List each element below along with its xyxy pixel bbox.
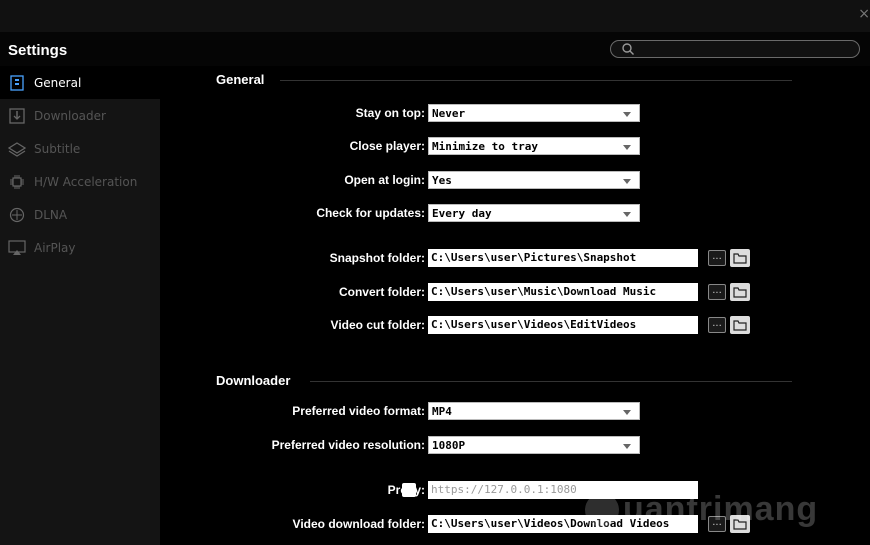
sidebar-item-airplay[interactable]: AirPlay (0, 231, 160, 264)
convert-folder-field[interactable]: C:\Users\user\Music\Download Music (428, 283, 698, 301)
section-title-general: General (216, 72, 265, 87)
close-player-row: Close player: Minimize to tray (160, 137, 870, 157)
video-format-row: Preferred video format: MP4 (160, 402, 870, 422)
video-format-value: MP4 (432, 405, 452, 418)
sidebar-item-label: DLNA (34, 207, 68, 222)
video-cut-browse-button[interactable]: ... (708, 317, 726, 333)
snapshot-folder-label: Snapshot folder: (329, 251, 425, 265)
chevron-down-icon (623, 112, 631, 117)
sidebar-item-general[interactable]: General (0, 66, 160, 99)
close-icon[interactable]: × (858, 6, 870, 22)
section-divider (310, 381, 792, 382)
airplay-icon (8, 239, 26, 257)
folder-icon (733, 319, 747, 331)
sidebar-item-label: Subtitle (34, 141, 81, 156)
open-at-login-value: Yes (432, 174, 452, 187)
open-at-login-select[interactable]: Yes (428, 171, 640, 189)
stay-on-top-label: Stay on top: (355, 106, 425, 120)
convert-folder-row: Convert folder: C:\Users\user\Music\Down… (160, 283, 870, 303)
video-resolution-select[interactable]: 1080P (428, 436, 640, 454)
open-at-login-row: Open at login: Yes (160, 171, 870, 191)
sidebar-item-subtitle[interactable]: Subtitle (0, 132, 160, 165)
page-title: Settings (8, 42, 68, 59)
sidebar-item-label: General (34, 75, 82, 90)
convert-browse-button[interactable]: ... (708, 284, 726, 300)
folder-icon (733, 286, 747, 298)
video-cut-folder-label: Video cut folder: (330, 318, 425, 332)
snapshot-open-folder-button[interactable] (730, 249, 750, 267)
video-format-select[interactable]: MP4 (428, 402, 640, 420)
chevron-down-icon (623, 145, 631, 150)
video-resolution-row: Preferred video resolution: 1080P (160, 436, 870, 456)
sidebar-item-label: AirPlay (34, 240, 76, 255)
chevron-down-icon (623, 212, 631, 217)
sidebar-item-downloader[interactable]: Downloader (0, 99, 160, 132)
folder-icon (733, 252, 747, 264)
sidebar-item-label: Downloader (34, 108, 106, 123)
convert-folder-label: Convert folder: (338, 285, 425, 299)
watermark-logo-icon (585, 492, 619, 527)
section-title-downloader: Downloader (216, 373, 291, 388)
video-resolution-label: Preferred video resolution: (271, 438, 425, 452)
snapshot-folder-row: Snapshot folder: C:\Users\user\Pictures\… (160, 249, 870, 269)
open-at-login-label: Open at login: (344, 173, 425, 187)
settings-content: General Stay on top: Never Close player:… (160, 66, 870, 545)
snapshot-folder-field[interactable]: C:\Users\user\Pictures\Snapshot (428, 249, 698, 267)
snapshot-browse-button[interactable]: ... (708, 250, 726, 266)
subtitle-icon (8, 140, 26, 158)
sidebar: General Downloader Subtitle H/W Accelera… (0, 66, 160, 545)
stay-on-top-select[interactable]: Never (428, 104, 640, 122)
section-divider (280, 80, 792, 81)
title-bar: × (0, 0, 870, 32)
search-icon (622, 43, 634, 55)
video-cut-folder-field[interactable]: C:\Users\user\Videos\EditVideos (428, 316, 698, 334)
watermark: uantrimang (585, 490, 818, 529)
chip-icon (8, 173, 26, 191)
download-folder-label: Video download folder: (292, 517, 425, 531)
video-cut-folder-row: Video cut folder: C:\Users\user\Videos\E… (160, 316, 870, 336)
stay-on-top-row: Stay on top: Never (160, 104, 870, 124)
settings-window: × Settings General Downloader Subtitle H… (0, 0, 870, 545)
check-updates-value: Every day (432, 207, 492, 220)
watermark-text: uantrimang (623, 490, 819, 528)
check-updates-select[interactable]: Every day (428, 204, 640, 222)
chevron-down-icon (623, 410, 631, 415)
sidebar-item-label: H/W Acceleration (34, 174, 138, 189)
close-player-select[interactable]: Minimize to tray (428, 137, 640, 155)
chevron-down-icon (623, 179, 631, 184)
downloader-icon (8, 107, 26, 125)
video-resolution-value: 1080P (432, 439, 466, 452)
convert-open-folder-button[interactable] (730, 283, 750, 301)
sidebar-item-hw-acceleration[interactable]: H/W Acceleration (0, 165, 160, 198)
close-player-value: Minimize to tray (432, 140, 538, 153)
sidebar-item-dlna[interactable]: DLNA (0, 198, 160, 231)
check-updates-row: Check for updates: Every day (160, 204, 870, 224)
close-player-label: Close player: (349, 139, 425, 153)
dlna-icon (8, 206, 26, 224)
proxy-label: Proxy: (387, 483, 425, 497)
general-icon (8, 74, 26, 92)
search-input[interactable] (610, 40, 860, 58)
check-updates-label: Check for updates: (316, 206, 425, 220)
video-cut-open-folder-button[interactable] (730, 316, 750, 334)
chevron-down-icon (623, 444, 631, 449)
stay-on-top-value: Never (432, 107, 466, 120)
video-format-label: Preferred video format: (292, 404, 425, 418)
